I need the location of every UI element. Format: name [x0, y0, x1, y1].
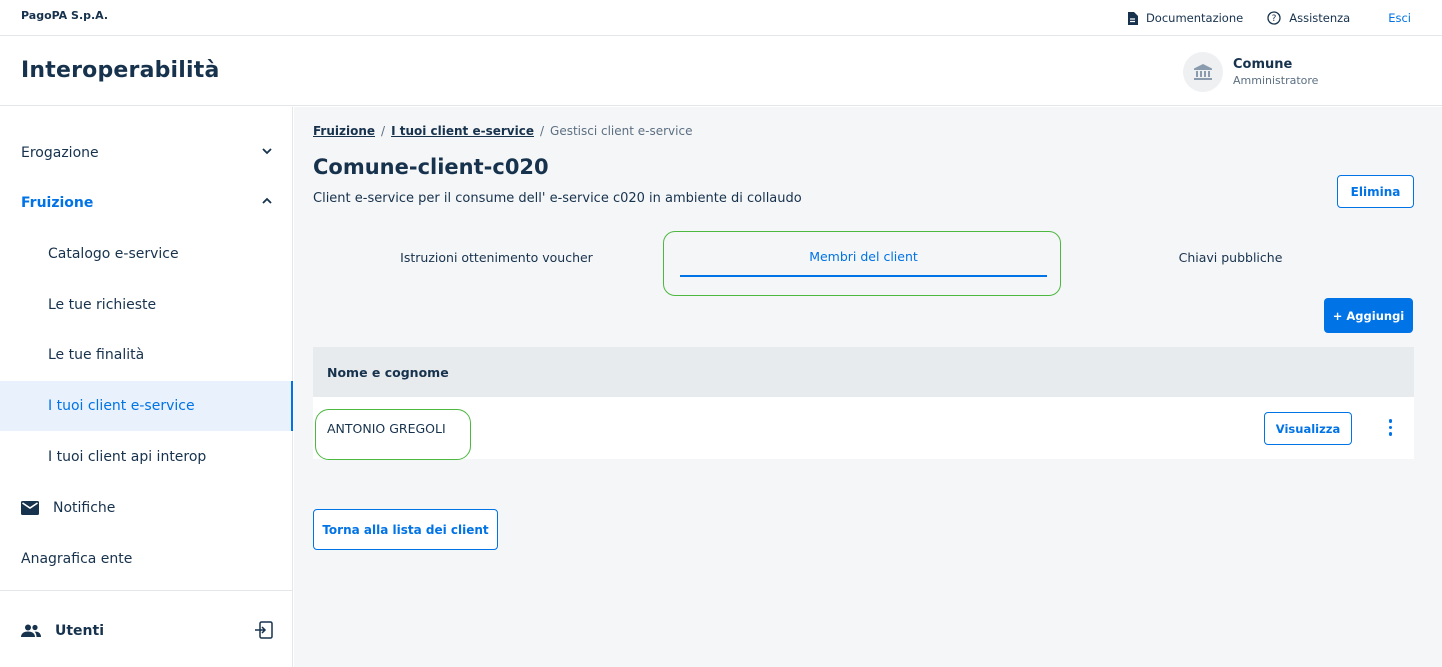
add-member-button[interactable]: + Aggiungi	[1324, 298, 1413, 333]
party-name: Comune	[1233, 57, 1293, 72]
breadcrumb: Fruizione / I tuoi client e-service / Ge…	[313, 124, 692, 138]
top-bar: PagoPA S.p.A. Documentazione ? Assistenz…	[0, 0, 1442, 36]
party-switcher[interactable]: Comune Amministratore	[1183, 52, 1318, 92]
party-role: Amministratore	[1233, 74, 1319, 87]
mail-icon	[21, 501, 39, 515]
sidebar-item-label: Utenti	[55, 623, 105, 639]
sidebar-item-notifiche[interactable]: Notifiche	[0, 483, 293, 533]
chevron-down-icon	[262, 148, 272, 155]
sidebar-item-label: Notifiche	[53, 500, 116, 516]
document-icon	[1127, 11, 1138, 25]
page-title: Comune-client-c020	[313, 155, 549, 179]
sidebar-item-label: Erogazione	[21, 145, 99, 161]
column-header-name: Nome e cognome	[327, 364, 449, 380]
avatar	[1183, 52, 1223, 92]
sidebar-item-label: Le tue richieste	[48, 297, 157, 313]
main-content: Fruizione / I tuoi client e-service / Ge…	[294, 107, 1442, 667]
sidebar-item-anagrafica[interactable]: Anagrafica ente	[0, 534, 293, 584]
sidebar-item-erogazione[interactable]: Erogazione	[0, 128, 293, 178]
sidebar-item-finalita[interactable]: Le tue finalità	[0, 330, 293, 380]
org-name: PagoPA S.p.A.	[21, 9, 109, 22]
page-subtitle: Client e-service per il consume dell' e-…	[313, 191, 802, 206]
open-external-icon[interactable]	[255, 621, 273, 639]
tab-istruzioni-voucher[interactable]: Istruzioni ottenimento voucher	[313, 237, 680, 277]
product-header: Interoperabilità Comune Amministratore	[0, 37, 1442, 106]
tab-chiavi-pubbliche[interactable]: Chiavi pubbliche	[1047, 237, 1414, 277]
assistance-link[interactable]: ? Assistenza	[1267, 11, 1350, 25]
people-icon	[21, 624, 41, 638]
breadcrumb-fruizione[interactable]: Fruizione	[313, 124, 375, 138]
breadcrumb-separator: /	[381, 124, 386, 138]
tab-membri-client[interactable]: Membri del client	[680, 237, 1047, 277]
member-name: ANTONIO GREGOLI	[327, 420, 446, 436]
sidebar-item-richieste[interactable]: Le tue richieste	[0, 280, 293, 330]
members-table: Nome e cognome ANTONIO GREGOLI Visualizz…	[313, 347, 1414, 459]
product-title: Interoperabilità	[21, 58, 220, 83]
table-row: ANTONIO GREGOLI Visualizza	[313, 397, 1414, 459]
breadcrumb-client-eservice[interactable]: I tuoi client e-service	[391, 124, 534, 138]
sidebar-item-client-api-interop[interactable]: I tuoi client api interop	[0, 432, 293, 482]
sidebar-item-catalogo[interactable]: Catalogo e-service	[0, 229, 293, 279]
sidebar-item-label: I tuoi client e-service	[48, 398, 195, 414]
sidebar-item-label: I tuoi client api interop	[48, 449, 207, 465]
tab-bar: Istruzioni ottenimento voucher Membri de…	[313, 237, 1414, 277]
delete-button[interactable]: Elimina	[1337, 175, 1414, 208]
sidebar: Erogazione Fruizione Catalogo e-service …	[0, 107, 293, 667]
breadcrumb-separator: /	[539, 124, 545, 138]
back-to-list-button[interactable]: Torna alla lista dei client	[313, 509, 498, 550]
help-icon: ?	[1267, 11, 1281, 25]
sidebar-item-client-eservice[interactable]: I tuoi client e-service	[0, 381, 293, 431]
sidebar-item-fruizione[interactable]: Fruizione	[0, 178, 293, 228]
sidebar-item-utenti[interactable]: Utenti	[0, 606, 293, 656]
top-links: Documentazione ? Assistenza Esci	[1127, 0, 1442, 36]
chevron-up-icon	[262, 197, 272, 204]
more-actions-icon[interactable]	[1388, 419, 1392, 436]
sidebar-item-label: Le tue finalità	[48, 347, 145, 363]
assistance-label: Assistenza	[1289, 11, 1351, 25]
breadcrumb-current: Gestisci client e-service	[550, 124, 693, 138]
institution-icon	[1194, 64, 1212, 80]
table-header: Nome e cognome	[313, 347, 1414, 397]
sidebar-item-label: Anagrafica ente	[21, 551, 133, 567]
view-member-button[interactable]: Visualizza	[1264, 412, 1352, 445]
sidebar-item-label: Fruizione	[21, 195, 94, 211]
sidebar-item-label: Catalogo e-service	[48, 246, 179, 262]
documentation-label: Documentazione	[1145, 11, 1244, 25]
sidebar-divider	[0, 590, 293, 591]
logout-link[interactable]: Esci	[1388, 11, 1411, 25]
svg-text:?: ?	[1272, 14, 1277, 24]
documentation-link[interactable]: Documentazione	[1127, 11, 1243, 25]
